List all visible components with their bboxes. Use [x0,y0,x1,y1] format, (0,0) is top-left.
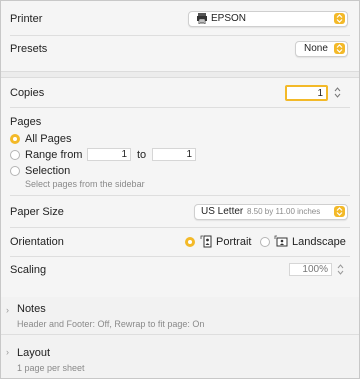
orientation-label: Orientation [10,236,64,248]
copies-label: Copies [10,87,45,99]
copies-stepper[interactable] [334,86,341,99]
divider [10,227,350,228]
chevron-right-icon[interactable]: › [6,305,9,315]
divider [1,334,359,335]
divider [10,256,350,257]
range-to-label: to [137,149,147,161]
paper-size-value: US Letter [201,206,244,217]
copies-input[interactable]: 1 [285,85,328,101]
layout-title[interactable]: Layout [17,347,50,359]
scaling-stepper[interactable] [337,263,344,276]
selection-radio[interactable] [10,166,20,176]
range-from-input[interactable]: 1 [87,148,131,161]
range-from-label: Range from [25,149,83,161]
paper-size-popup[interactable]: US Letter 8.50 by 11.00 inches [194,204,348,220]
chevron-updown-icon [334,13,345,24]
selection-label: Selection [25,165,71,177]
printer-section: Printer EPSON Presets None [1,1,359,72]
portrait-radio[interactable] [185,237,195,247]
chevron-right-icon[interactable]: › [6,347,9,357]
landscape-label: Landscape [292,236,346,248]
divider [10,35,350,36]
presets-popup[interactable]: None [295,41,348,57]
presets-label: Presets [10,43,48,55]
range-to-input[interactable]: 1 [152,148,196,161]
landscape-icon [274,235,288,251]
print-options-section: Copies 1 Pages All Pages Range from 1 to… [1,77,359,299]
printer-icon [197,13,207,27]
notes-summary: Header and Footer: Off, Rewrap to fit pa… [17,319,205,329]
presets-value: None [304,43,328,54]
chevron-updown-icon [334,43,345,54]
landscape-radio[interactable] [260,237,270,247]
range-radio[interactable] [10,150,20,160]
layout-summary: 1 page per sheet [17,363,85,373]
printer-popup[interactable]: EPSON [188,11,348,27]
scaling-input[interactable]: 100% [289,263,332,276]
printer-value: EPSON [211,13,247,24]
collapsible-section: › Notes Header and Footer: Off, Rewrap t… [1,297,359,378]
paper-size-detail: 8.50 by 11.00 inches [247,207,321,216]
all-pages-label: All Pages [25,133,72,145]
selection-hint: Select pages from the sidebar [25,179,145,189]
divider [10,107,350,108]
notes-title[interactable]: Notes [17,303,46,315]
portrait-label: Portrait [216,236,252,248]
divider [10,195,350,196]
chevron-updown-icon [334,206,345,217]
portrait-icon [200,235,212,251]
paper-size-label: Paper Size [10,206,64,218]
print-dialog: Printer EPSON Presets None Copies 1 Page… [0,0,360,379]
scaling-label: Scaling [10,264,47,276]
all-pages-radio[interactable] [10,134,20,144]
pages-label: Pages [10,116,42,128]
printer-label: Printer [10,13,43,25]
